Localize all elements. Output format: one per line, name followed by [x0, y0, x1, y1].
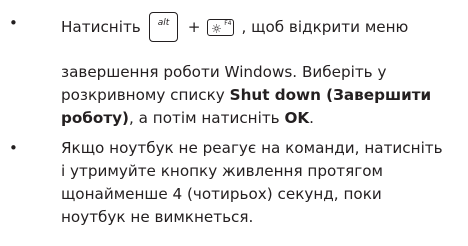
plus-sign: + — [187, 17, 201, 36]
instructions-page: • Натисніть alt + F4 , щоб відкрити меню… — [0, 0, 468, 246]
instruction-1-line-4-text: , а потім натисніть — [129, 109, 285, 127]
instruction-2-line-1: Якщо ноутбук не реагує на команди, натис… — [61, 139, 443, 157]
press-text: Натисніть — [61, 17, 141, 36]
instruction-1-line-3: розкривному списку Shut down (Завершити — [61, 84, 431, 107]
instruction-1-line-1: Натисніть alt + F4 , щоб відкрити меню — [61, 12, 408, 42]
f4-key-label: F4 — [224, 19, 232, 27]
brightness-down-icon — [212, 23, 222, 33]
bullet-marker: • — [9, 14, 18, 32]
shut-down-option-label: Shut down (Завершити — [229, 86, 432, 104]
ok-label: OK — [284, 109, 310, 127]
instruction-1-line-4-end: . — [309, 109, 314, 127]
f4-key: F4 — [207, 18, 235, 36]
instruction-2-line-3: щонайменше 4 (чотирьох) секунд, поки — [61, 185, 382, 203]
instruction-1-line-2: завершення роботи Windows. Виберіть у — [61, 63, 387, 81]
instruction-2-line-4: ноутбук не вимкнеться. — [61, 208, 254, 226]
shut-down-option-label-cont: роботу) — [61, 109, 129, 127]
alt-key: alt — [148, 12, 178, 42]
alt-key-label: alt — [157, 18, 170, 28]
after-keys-text: , щоб відкрити меню — [241, 17, 409, 36]
bullet-marker: • — [9, 139, 18, 157]
instruction-2-line-2: і утримуйте кнопку живлення протягом — [61, 162, 383, 180]
instruction-1-line-3-text: розкривному списку — [61, 86, 230, 104]
instruction-1-line-4: роботу), а потім натисніть OK. — [61, 107, 314, 130]
